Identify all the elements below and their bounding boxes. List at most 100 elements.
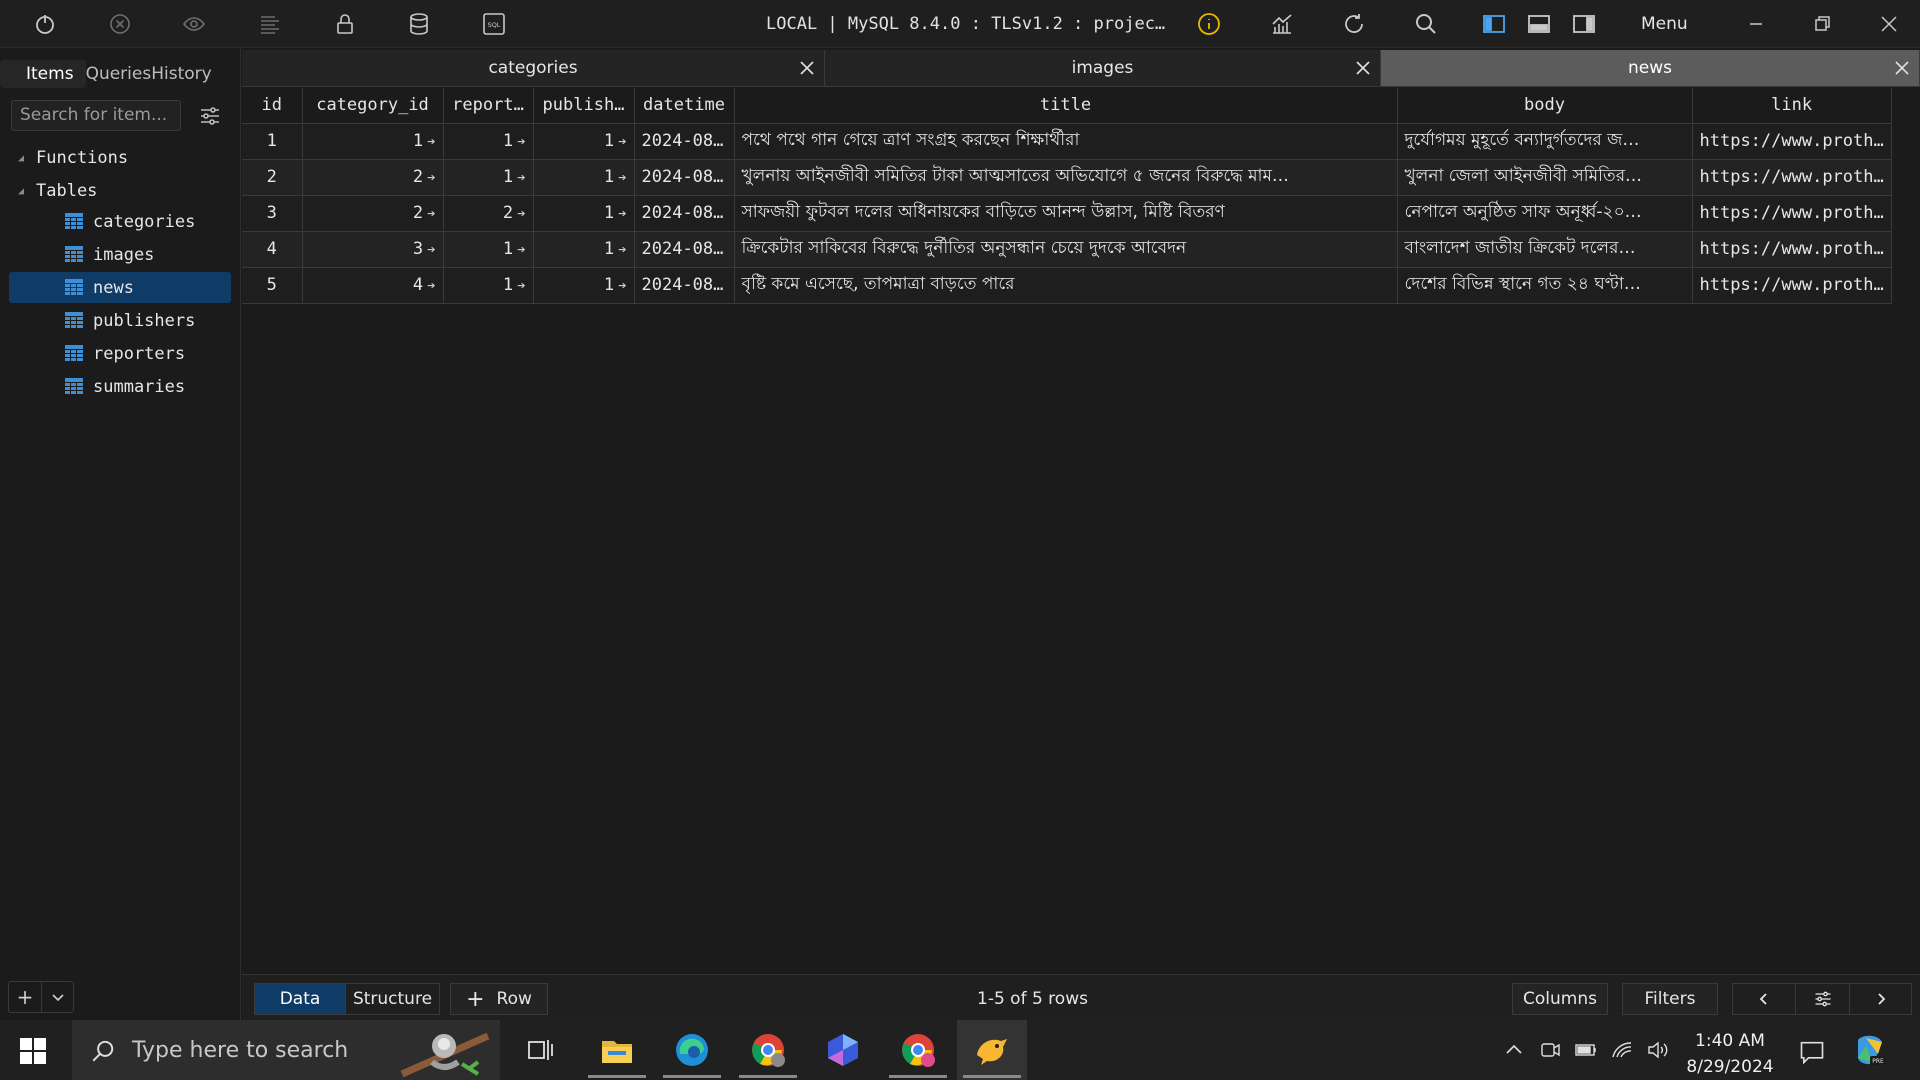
cell-link[interactable]: https://www.proth… bbox=[1692, 159, 1892, 196]
power-icon[interactable] bbox=[31, 10, 59, 38]
foreign-key-arrow-icon[interactable]: ➔ bbox=[618, 206, 626, 222]
cell-id[interactable]: 3 bbox=[242, 195, 303, 232]
foreign-key-arrow-icon[interactable]: ➔ bbox=[427, 134, 435, 150]
foreign-key-arrow-icon[interactable]: ➔ bbox=[618, 242, 626, 258]
sidebar-item-reporters[interactable]: reporters bbox=[9, 338, 231, 369]
close-icon[interactable] bbox=[1354, 59, 1372, 77]
taskbar-clock[interactable]: 1:40 AM 8/29/2024 bbox=[1680, 1028, 1780, 1080]
minimize-icon[interactable] bbox=[1742, 10, 1770, 38]
foreign-key-arrow-icon[interactable]: ➔ bbox=[517, 278, 525, 294]
foreign-key-arrow-icon[interactable]: ➔ bbox=[517, 206, 525, 222]
refresh-icon[interactable] bbox=[1340, 10, 1368, 38]
cell-publisher[interactable]: 1 ➔ bbox=[533, 123, 635, 160]
page-settings-icon[interactable] bbox=[1795, 984, 1849, 1014]
connection-label[interactable]: LOCAL | MySQL 8.4.0 : TLSv1.2 : projec… bbox=[766, 14, 1165, 34]
foreign-key-arrow-icon[interactable]: ➔ bbox=[427, 242, 435, 258]
cell-body[interactable]: দুর্যোগময় মুহূর্তে বন্যাদুর্গতদের জ… bbox=[1397, 123, 1693, 160]
format-list-icon[interactable] bbox=[256, 10, 284, 38]
cell-datetime[interactable]: 2024-08… bbox=[634, 159, 735, 196]
copilot-pre-icon[interactable]: PRE bbox=[1852, 1032, 1888, 1068]
restore-icon[interactable] bbox=[1808, 10, 1836, 38]
cell-id[interactable]: 1 bbox=[242, 123, 303, 160]
menu-button[interactable]: Menu bbox=[1641, 14, 1688, 34]
beekeeper-studio-icon[interactable] bbox=[957, 1020, 1027, 1080]
foreign-key-arrow-icon[interactable]: ➔ bbox=[427, 170, 435, 186]
add-row-button[interactable]: + Row bbox=[450, 983, 548, 1015]
cell-title[interactable]: সাফজয়ী ফুটবল দলের অধিনায়কের বাড়িতে আন… bbox=[734, 195, 1398, 232]
activity-chart-icon[interactable] bbox=[1268, 10, 1296, 38]
toggle-bottom-panel-icon[interactable] bbox=[1525, 10, 1553, 38]
foreign-key-arrow-icon[interactable]: ➔ bbox=[618, 278, 626, 294]
cell-title[interactable]: ক্রিকেটার সাকিবের বিরুদ্ধে দুর্নীতির অনু… bbox=[734, 231, 1398, 268]
column-header-title[interactable]: title bbox=[734, 88, 1398, 124]
foreign-key-arrow-icon[interactable]: ➔ bbox=[517, 170, 525, 186]
preview-eye-icon[interactable] bbox=[180, 10, 208, 38]
cell-body[interactable]: নেপালে অনুষ্ঠিত সাফ অনূর্ধ্ব-২০… bbox=[1397, 195, 1693, 232]
table-row[interactable]: 3 2 ➔ 2 ➔ 1 ➔ 2024-08… সাফজয়ী ফুটবল দলের অ… bbox=[242, 195, 1892, 232]
database-icon[interactable] bbox=[405, 10, 433, 38]
close-window-icon[interactable] bbox=[1875, 10, 1903, 38]
chrome-profile-icon[interactable] bbox=[733, 1020, 803, 1080]
column-header-link[interactable]: link bbox=[1692, 88, 1892, 124]
column-header-body[interactable]: body bbox=[1397, 88, 1693, 124]
task-view-icon[interactable] bbox=[505, 1020, 575, 1080]
data-view-button[interactable]: Data bbox=[255, 984, 345, 1014]
cell-link[interactable]: https://www.proth… bbox=[1692, 267, 1892, 304]
edge-browser-icon[interactable] bbox=[657, 1020, 727, 1080]
structure-view-button[interactable]: Structure bbox=[345, 984, 439, 1014]
cell-datetime[interactable]: 2024-08… bbox=[634, 267, 735, 304]
cell-category-id[interactable]: 2 ➔ bbox=[302, 195, 444, 232]
chevron-down-icon[interactable] bbox=[41, 982, 73, 1012]
tab-news[interactable]: news bbox=[1381, 50, 1920, 87]
cell-reporter[interactable]: 1 ➔ bbox=[443, 267, 534, 304]
foreign-key-arrow-icon[interactable]: ➔ bbox=[618, 170, 626, 186]
close-icon[interactable] bbox=[1893, 59, 1911, 77]
filter-settings-icon[interactable] bbox=[198, 104, 222, 128]
cell-title[interactable]: খুলনায় আইনজীবী সমিতির টাকা আত্মসাতের অভ… bbox=[734, 159, 1398, 196]
cell-body[interactable]: দেশের বিভিন্ন স্থানে গত ২৪ ঘণ্টা… bbox=[1397, 267, 1693, 304]
filters-button[interactable]: Filters bbox=[1622, 983, 1718, 1015]
cell-category-id[interactable]: 4 ➔ bbox=[302, 267, 444, 304]
tree-group-functions[interactable]: ◢ Functions bbox=[18, 148, 128, 168]
cell-reporter[interactable]: 1 ➔ bbox=[443, 231, 534, 268]
cell-reporter[interactable]: 2 ➔ bbox=[443, 195, 534, 232]
cell-publisher[interactable]: 1 ➔ bbox=[533, 195, 635, 232]
chevron-up-icon[interactable] bbox=[1502, 1038, 1526, 1062]
meet-now-icon[interactable] bbox=[1538, 1038, 1562, 1062]
columns-button[interactable]: Columns bbox=[1512, 983, 1608, 1015]
battery-icon[interactable] bbox=[1574, 1038, 1598, 1062]
cell-id[interactable]: 2 bbox=[242, 159, 303, 196]
disconnect-icon[interactable] bbox=[106, 10, 134, 38]
table-row[interactable]: 5 4 ➔ 1 ➔ 1 ➔ 2024-08… বৃষ্টি কমে এসেছে, তা… bbox=[242, 267, 1892, 304]
cell-category-id[interactable]: 1 ➔ bbox=[302, 123, 444, 160]
tab-images[interactable]: images bbox=[825, 50, 1381, 87]
cell-reporter[interactable]: 1 ➔ bbox=[443, 159, 534, 196]
add-icon[interactable]: + bbox=[9, 982, 41, 1012]
sidebar-item-news[interactable]: news bbox=[9, 272, 231, 303]
foreign-key-arrow-icon[interactable]: ➔ bbox=[517, 134, 525, 150]
cell-publisher[interactable]: 1 ➔ bbox=[533, 159, 635, 196]
tab-items[interactable]: Items bbox=[0, 60, 86, 88]
cell-datetime[interactable]: 2024-08… bbox=[634, 195, 735, 232]
cell-title[interactable]: পথে পথে গান গেয়ে ত্রাণ সংগ্রহ করছেন শিক… bbox=[734, 123, 1398, 160]
info-icon[interactable] bbox=[1195, 10, 1223, 38]
sidebar-item-categories[interactable]: categories bbox=[9, 206, 231, 237]
search-icon[interactable] bbox=[1412, 10, 1440, 38]
windows-start-icon[interactable] bbox=[20, 1038, 46, 1064]
chevron-left-icon[interactable] bbox=[1733, 984, 1795, 1014]
cell-reporter[interactable]: 1 ➔ bbox=[443, 123, 534, 160]
column-header-datetime[interactable]: datetime bbox=[634, 88, 735, 124]
foreign-key-arrow-icon[interactable]: ➔ bbox=[427, 206, 435, 222]
tab-history[interactable]: History bbox=[151, 60, 211, 88]
wifi-icon[interactable] bbox=[1610, 1038, 1634, 1062]
chevron-right-icon[interactable] bbox=[1849, 984, 1911, 1014]
sidebar-item-images[interactable]: images bbox=[9, 239, 231, 270]
cell-id[interactable]: 4 bbox=[242, 231, 303, 268]
file-explorer-icon[interactable] bbox=[582, 1020, 652, 1080]
volume-icon[interactable] bbox=[1646, 1038, 1670, 1062]
cell-category-id[interactable]: 2 ➔ bbox=[302, 159, 444, 196]
sql-editor-icon[interactable]: SQL bbox=[480, 10, 508, 38]
foreign-key-arrow-icon[interactable]: ➔ bbox=[517, 242, 525, 258]
notifications-icon[interactable] bbox=[1798, 1038, 1826, 1066]
table-row[interactable]: 4 3 ➔ 1 ➔ 1 ➔ 2024-08… ক্রিকেটার সাকিবের বি… bbox=[242, 231, 1892, 268]
